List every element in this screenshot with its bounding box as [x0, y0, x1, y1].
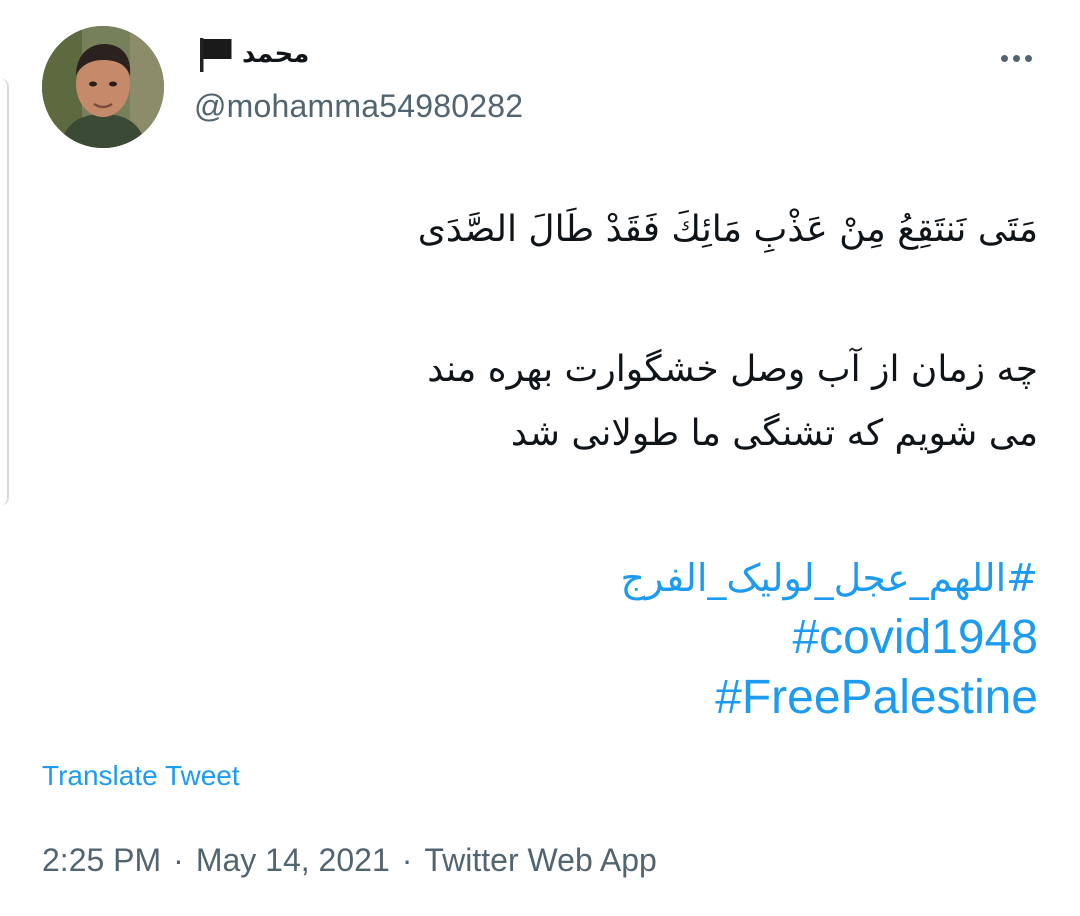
- avatar[interactable]: [42, 26, 164, 148]
- tweet-text-persian: چه زمان از آب وصل خشگوارت بهره مند می شو…: [158, 338, 1038, 466]
- author-display-name: محمد: [242, 39, 310, 69]
- tweet-source[interactable]: Twitter Web App: [424, 838, 656, 882]
- tweet-date[interactable]: May 14, 2021: [196, 838, 390, 882]
- hashtag-list: #اللهم_عجل_لولیک_الفرج #covid1948 #FreeP…: [158, 548, 1038, 728]
- black-flag-icon: [196, 34, 236, 74]
- tweet-time[interactable]: 2:25 PM: [42, 838, 161, 882]
- tweet-text-persian-line-1: چه زمان از آب وصل خشگوارت بهره مند: [427, 349, 1038, 390]
- hashtag-link[interactable]: #covid1948: [158, 608, 1038, 668]
- author-name-row[interactable]: محمد: [196, 34, 309, 74]
- tweet-text-persian-line-2: می شویم که تشنگی ما طولانی شد: [510, 413, 1038, 454]
- separator-dot: ·: [401, 842, 413, 878]
- separator-dot: ·: [173, 842, 184, 878]
- hashtag-link[interactable]: #اللهم_عجل_لولیک_الفرج: [158, 548, 1038, 608]
- hashtag-link[interactable]: #FreePalestine: [158, 668, 1038, 728]
- tweet-text-arabic: مَتَى نَنتَقِعُ مِنْ عَذْبِ مَائِكَ فَقَ…: [417, 209, 1038, 250]
- timeline-edge-divider: [0, 78, 9, 506]
- author-handle[interactable]: @mohamma54980282: [194, 86, 523, 126]
- more-horizontal-icon[interactable]: [994, 40, 1038, 76]
- translate-tweet-link[interactable]: Translate Tweet: [42, 756, 240, 796]
- avatar-image: [42, 26, 164, 148]
- tweet-metadata: 2:25 PM · May 14, 2021 · Twitter Web App: [42, 838, 657, 882]
